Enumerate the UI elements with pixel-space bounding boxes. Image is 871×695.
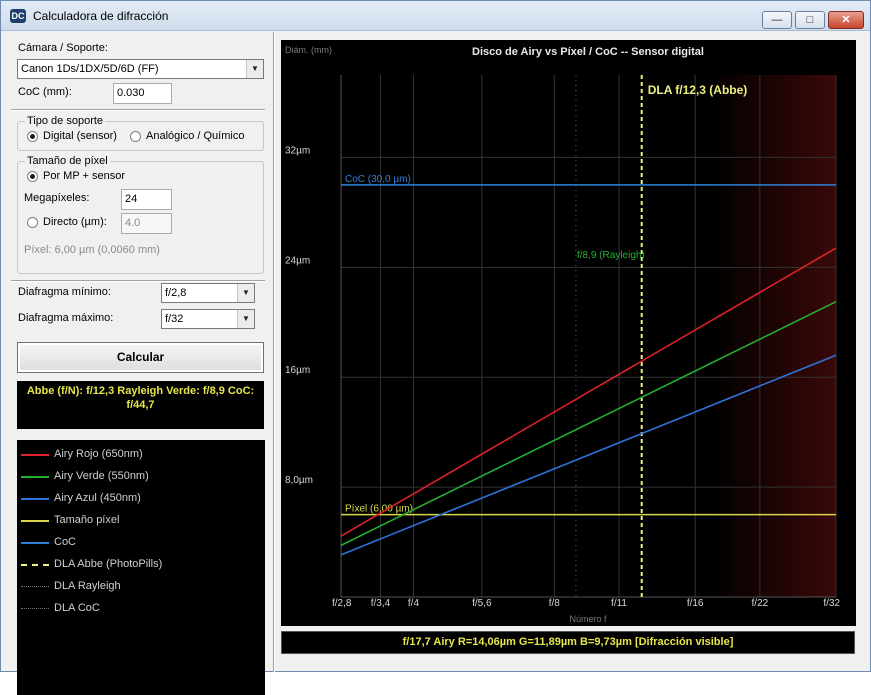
x-axis-label: Número f bbox=[569, 614, 607, 624]
aperture-max-select[interactable]: f/32 ▼ bbox=[161, 309, 255, 329]
direct-input[interactable]: 4.0 bbox=[121, 213, 172, 234]
chart-svg: Disco de Airy vs Píxel / CoC -- Sensor d… bbox=[285, 45, 840, 624]
megapixels-label: Megapíxeles: bbox=[24, 192, 90, 204]
aperture-max-value: f/32 bbox=[165, 313, 184, 325]
direct-radio-label[interactable]: Directo (µm): bbox=[43, 216, 107, 228]
legend-label: DLA Abbe (PhotoPills) bbox=[54, 558, 163, 570]
legend-item: DLA Abbe (PhotoPills) bbox=[17, 558, 257, 572]
chevron-down-icon[interactable]: ▼ bbox=[237, 284, 254, 302]
app-window: DC Calculadora de difracción — □ ✕ Cámar… bbox=[0, 0, 871, 695]
x-tick-label: f/32 bbox=[823, 598, 840, 609]
digital-radio-label[interactable]: Digital (sensor) bbox=[43, 130, 117, 142]
chevron-down-icon[interactable]: ▼ bbox=[246, 60, 263, 78]
legend-panel: Airy Rojo (650nm) Airy Verde (550nm) Airy … bbox=[17, 440, 265, 695]
by-mp-radio[interactable] bbox=[27, 171, 38, 182]
legend-label: DLA Rayleigh bbox=[54, 580, 121, 592]
hline-label: Píxel (6,00 µm) bbox=[345, 504, 413, 515]
chart-panel: Disco de Airy vs Píxel / CoC -- Sensor d… bbox=[281, 40, 856, 626]
maximize-button[interactable]: □ bbox=[795, 11, 825, 29]
support-type-group: Tipo de soporte Digital (sensor) Analógi… bbox=[17, 115, 264, 151]
x-tick-label: f/22 bbox=[752, 598, 769, 609]
x-tick-label: f/2,8 bbox=[332, 598, 352, 609]
by-mp-radio-label[interactable]: Por MP + sensor bbox=[43, 170, 125, 182]
legend-item: Tamaño píxel bbox=[17, 514, 257, 528]
minimize-button[interactable]: — bbox=[762, 11, 792, 29]
chart-title: Disco de Airy vs Píxel / CoC -- Sensor d… bbox=[472, 46, 704, 58]
digital-radio[interactable] bbox=[27, 131, 38, 142]
x-tick-label: f/11 bbox=[611, 598, 627, 609]
y-axis-label: Diám. (mm) bbox=[285, 45, 332, 55]
x-tick-label: f/16 bbox=[687, 598, 704, 609]
window-title: Calculadora de difracción bbox=[33, 9, 169, 23]
legend-item: DLA CoC bbox=[17, 602, 257, 616]
camera-select-value: Canon 1Ds/1DX/5D/6D (FF) bbox=[21, 63, 159, 75]
result-summary: Abbe (f/N): f/12,3 Rayleigh Verde: f/8,9… bbox=[17, 381, 264, 429]
legend-swatch bbox=[21, 454, 49, 456]
support-type-title: Tipo de soporte bbox=[25, 115, 106, 127]
x-tick-label: f/8 bbox=[549, 598, 561, 609]
vline-label: DLA f/12,3 (Abbe) bbox=[648, 83, 748, 97]
camera-label: Cámara / Soporte: bbox=[18, 42, 108, 54]
direct-radio[interactable] bbox=[27, 217, 38, 228]
controls-panel: Cámara / Soporte: Canon 1Ds/1DX/5D/6D (F… bbox=[1, 32, 273, 695]
legend-swatch bbox=[21, 476, 49, 478]
app-logo-icon: DC bbox=[10, 9, 26, 23]
legend-item: Airy Verde (550nm) bbox=[17, 470, 257, 484]
x-tick-label: f/3,4 bbox=[371, 598, 391, 609]
calculate-button[interactable]: Calcular bbox=[17, 342, 264, 373]
legend-item: CoC bbox=[17, 536, 257, 550]
legend-label: DLA CoC bbox=[54, 602, 100, 614]
legend-item: Airy Azul (450nm) bbox=[17, 492, 257, 506]
y-tick-label: 24µm bbox=[285, 255, 310, 266]
aperture-min-label: Diafragma mínimo: bbox=[18, 286, 111, 298]
legend-swatch bbox=[21, 586, 49, 587]
aperture-max-label: Diafragma máximo: bbox=[18, 312, 114, 324]
pixel-size-title: Tamaño de píxel bbox=[25, 155, 110, 167]
legend-swatch bbox=[21, 498, 49, 500]
legend-item: Airy Rojo (650nm) bbox=[17, 448, 257, 462]
coc-input[interactable]: 0.030 bbox=[113, 83, 172, 104]
legend-item: DLA Rayleigh bbox=[17, 580, 257, 594]
coc-label: CoC (mm): bbox=[18, 86, 72, 98]
x-tick-label: f/4 bbox=[408, 598, 420, 609]
y-tick-label: 32µm bbox=[285, 145, 310, 156]
megapixels-input[interactable]: 24 bbox=[121, 189, 172, 210]
legend-label: CoC bbox=[54, 536, 77, 548]
analog-radio-label[interactable]: Analógico / Químico bbox=[146, 130, 244, 142]
legend-swatch bbox=[21, 520, 49, 522]
y-tick-label: 16µm bbox=[285, 365, 310, 376]
legend-label: Airy Rojo (650nm) bbox=[54, 448, 143, 460]
diffraction-zone bbox=[641, 75, 836, 597]
y-tick-label: 8,0µm bbox=[285, 475, 313, 486]
pixel-size-group: Tamaño de píxel Por MP + sensor Megapíxe… bbox=[17, 155, 264, 274]
legend-swatch bbox=[21, 564, 49, 566]
legend-swatch bbox=[21, 608, 49, 609]
hline-label: CoC (30,0 µm) bbox=[345, 174, 411, 185]
pixel-info-text: Píxel: 6,00 µm (0,0060 mm) bbox=[24, 244, 160, 256]
vline-label: f/8,9 (Rayleigh) bbox=[577, 250, 645, 261]
chevron-down-icon[interactable]: ▼ bbox=[237, 310, 254, 328]
divider bbox=[11, 280, 265, 282]
status-bar: f/17,7 Airy R=14,06µm G=11,89µm B=9,73µm… bbox=[281, 631, 855, 654]
legend-label: Airy Azul (450nm) bbox=[54, 492, 141, 504]
divider bbox=[11, 109, 265, 111]
title-bar[interactable]: DC Calculadora de difracción — □ ✕ bbox=[1, 1, 870, 31]
close-button[interactable]: ✕ bbox=[828, 11, 864, 29]
aperture-min-value: f/2,8 bbox=[165, 287, 187, 299]
aperture-min-select[interactable]: f/2,8 ▼ bbox=[161, 283, 255, 303]
panel-splitter[interactable] bbox=[273, 32, 275, 672]
x-tick-label: f/5,6 bbox=[472, 598, 492, 609]
camera-select[interactable]: Canon 1Ds/1DX/5D/6D (FF) ▼ bbox=[17, 59, 264, 79]
legend-label: Tamaño píxel bbox=[54, 514, 120, 526]
legend-swatch bbox=[21, 542, 49, 544]
legend-label: Airy Verde (550nm) bbox=[54, 470, 149, 482]
analog-radio[interactable] bbox=[130, 131, 141, 142]
